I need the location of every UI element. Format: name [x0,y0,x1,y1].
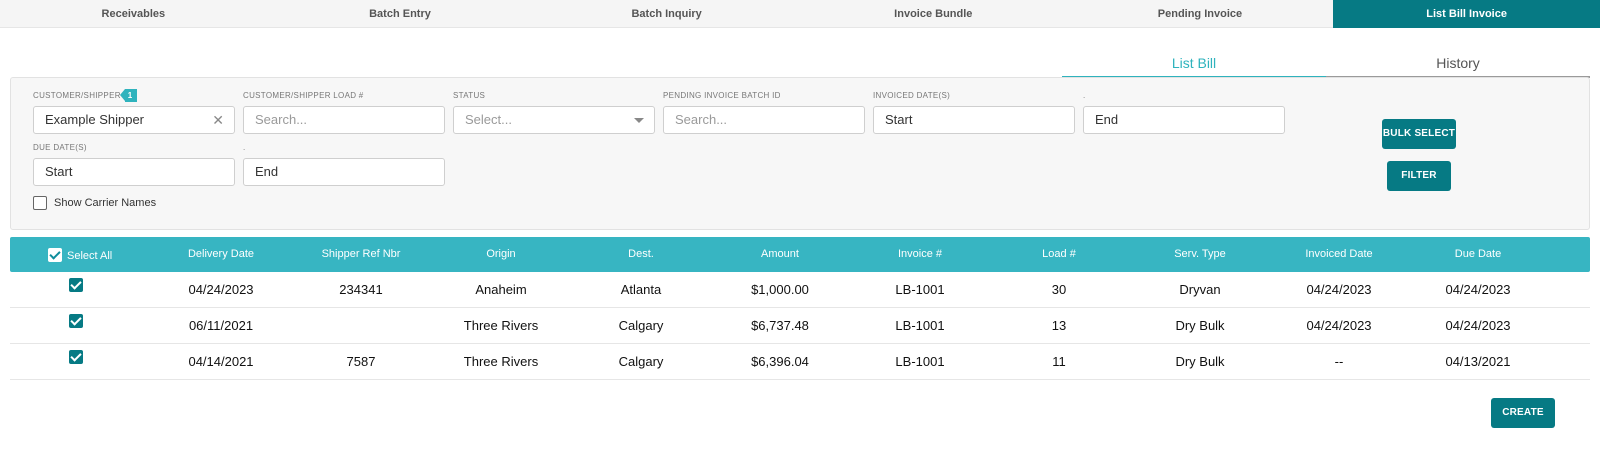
col-serv-type[interactable]: Serv. Type [1174,248,1226,260]
due-date-cell: 04/24/2023 [1445,282,1511,297]
tab-pending-invoice[interactable]: Pending Invoice [1067,0,1334,28]
delivery-date-cell: 04/24/2023 [188,282,254,297]
origin-cell: Anaheim [475,282,527,297]
invoiced-end-label: . [1083,91,1086,100]
tab-batch-inquiry[interactable]: Batch Inquiry [533,0,800,28]
invoice-number-cell: LB-1001 [895,354,945,369]
dest-cell: Atlanta [620,282,662,297]
row-checkbox[interactable] [69,350,83,364]
invoiced-date-cell: 04/24/2023 [1306,282,1372,297]
due-date-label: DUE DATE(S) [33,143,87,152]
status-filter: STATUS Select... [453,90,655,134]
show-carrier-label: Show Carrier Names [54,197,157,209]
status-placeholder: Select... [465,112,512,127]
due-date-cell: 04/13/2021 [1445,354,1511,369]
delivery-date-cell: 06/11/2021 [188,318,254,333]
customer-count-badge: 1 [119,89,137,102]
invoiced-date-filter: INVOICED DATE(S) Start [873,90,1075,134]
col-shipper-ref[interactable]: Shipper Ref Nbr [322,248,401,260]
table-row[interactable]: 04/24/2023 234341 Anaheim Atlanta $1,000… [10,272,1590,308]
shipper-ref-cell: 7587 [346,354,376,369]
load-label: CUSTOMER/SHIPPER LOAD # [243,91,364,100]
table-header: Select All Delivery Date Shipper Ref Nbr… [10,237,1590,272]
amount-cell: $1,000.00 [751,282,809,297]
status-select[interactable]: Select... [453,106,655,134]
amount-cell: $6,737.48 [751,318,809,333]
delivery-date-cell: 04/14/2021 [188,354,254,369]
status-label: STATUS [453,91,486,100]
customer-value: Example Shipper [45,112,144,127]
tab-list-bill-invoice[interactable]: List Bill Invoice [1333,0,1600,28]
amount-cell: $6,396.04 [751,354,809,369]
chevron-down-icon[interactable] [634,118,644,123]
invoiced-date-label: INVOICED DATE(S) [873,91,951,100]
table-row[interactable]: 04/14/2021 7587 Three Rivers Calgary $6,… [10,344,1590,380]
select-all[interactable]: Select All [48,248,112,262]
serv-type-cell: Dry Bulk [1175,354,1225,369]
top-tab-bar: Receivables Batch Entry Batch Inquiry In… [0,0,1600,28]
col-amount[interactable]: Amount [761,248,799,260]
dest-cell: Calgary [618,318,664,333]
filter-button[interactable]: FILTER [1387,161,1451,191]
customer-input[interactable]: Example Shipper ✕ [33,106,235,134]
col-invoiced-date[interactable]: Invoiced Date [1305,248,1372,260]
invoiced-end-filter: . End [1083,90,1285,134]
shipper-ref-cell: 234341 [339,282,383,297]
table-row[interactable]: 06/11/2021 Three Rivers Calgary $6,737.4… [10,308,1590,344]
origin-cell: Three Rivers [463,318,539,333]
due-date-cell: 04/24/2023 [1445,318,1511,333]
dest-cell: Calgary [618,354,664,369]
select-all-label: Select All [67,250,113,262]
close-icon[interactable]: ✕ [212,107,224,133]
batch-search-input[interactable]: Search... [663,106,865,134]
batch-label: PENDING INVOICE BATCH ID [663,91,781,100]
load-filter: CUSTOMER/SHIPPER LOAD # Search... [243,90,445,134]
show-carrier-checkbox[interactable] [33,196,47,210]
due-end-filter: . End [243,142,445,186]
tab-receivables[interactable]: Receivables [0,0,267,28]
serv-type-cell: Dry Bulk [1175,318,1225,333]
due-end-label: . [243,143,246,152]
due-end-input[interactable]: End [243,158,445,186]
sub-tab-bar: List Bill History [1062,52,1590,78]
invoiced-date-cell: 04/24/2023 [1306,318,1372,333]
due-start-input[interactable]: Start [33,158,235,186]
due-date-filter: DUE DATE(S) Start [33,142,235,186]
create-button[interactable]: CREATE [1491,398,1555,428]
row-checkbox[interactable] [69,278,83,292]
customer-filter: CUSTOMER/SHIPPER 1 Example Shipper ✕ [33,89,235,134]
col-delivery-date[interactable]: Delivery Date [188,248,254,260]
serv-type-cell: Dryvan [1179,282,1221,297]
load-number-cell: 13 [1051,318,1067,333]
customer-label: CUSTOMER/SHIPPER [33,91,121,100]
load-number-cell: 11 [1052,354,1066,369]
invoiced-date-cell: -- [1334,354,1344,369]
row-checkbox[interactable] [69,314,83,328]
tab-history[interactable]: History [1326,52,1590,78]
show-carrier-names: Show Carrier Names [33,196,156,210]
invoice-number-cell: LB-1001 [895,282,945,297]
col-dest[interactable]: Dest. [628,248,654,260]
invoiced-end-input[interactable]: End [1083,106,1285,134]
col-origin[interactable]: Origin [486,248,515,260]
col-due-date[interactable]: Due Date [1455,248,1501,260]
load-search-input[interactable]: Search... [243,106,445,134]
load-number-cell: 30 [1051,282,1067,297]
filter-panel: CUSTOMER/SHIPPER 1 Example Shipper ✕ CUS… [10,77,1590,230]
tab-batch-entry[interactable]: Batch Entry [267,0,534,28]
invoiced-start-input[interactable]: Start [873,106,1075,134]
batch-filter: PENDING INVOICE BATCH ID Search... [663,90,865,134]
tab-invoice-bundle[interactable]: Invoice Bundle [800,0,1067,28]
tab-list-bill[interactable]: List Bill [1062,52,1326,78]
col-load-number[interactable]: Load # [1042,248,1076,260]
select-all-checkbox[interactable] [48,248,62,262]
origin-cell: Three Rivers [463,354,539,369]
col-invoice-number[interactable]: Invoice # [898,248,942,260]
bulk-select-button[interactable]: BULK SELECT [1382,119,1456,149]
invoice-number-cell: LB-1001 [895,318,945,333]
